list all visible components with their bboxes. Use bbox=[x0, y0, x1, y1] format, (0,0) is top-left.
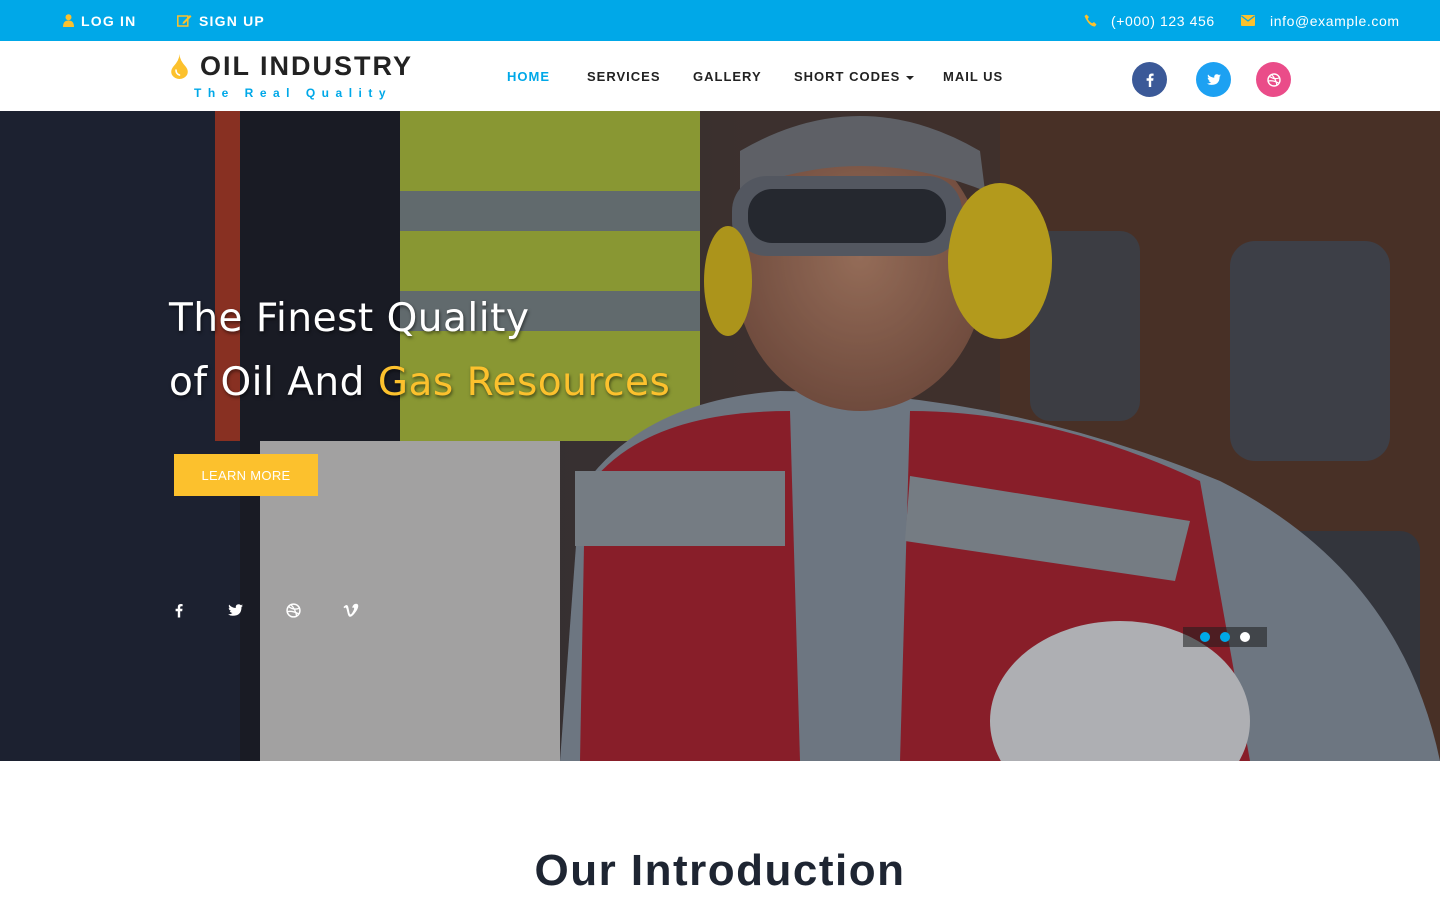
phone-icon bbox=[1084, 14, 1097, 27]
hero-dribbble-link[interactable] bbox=[283, 600, 303, 620]
header-dribbble-button[interactable] bbox=[1256, 62, 1291, 97]
slider-pagination bbox=[1183, 627, 1267, 647]
phone-info: (+000) 123 456 bbox=[1084, 0, 1215, 41]
nav-home[interactable]: HOME bbox=[507, 69, 550, 84]
facebook-icon bbox=[1146, 73, 1154, 87]
learn-more-button[interactable]: LEARN MORE bbox=[174, 454, 318, 496]
nav-short-codes-label: SHORT CODES bbox=[794, 69, 901, 84]
hero-slider: The Finest Quality of Oil And Gas Resour… bbox=[0, 111, 1440, 761]
phone-text: (+000) 123 456 bbox=[1111, 12, 1215, 29]
signup-label: SIGN UP bbox=[199, 12, 265, 29]
hero-vimeo-link[interactable] bbox=[341, 600, 361, 620]
logo-tagline: The Real Quality bbox=[194, 86, 393, 100]
vimeo-icon bbox=[343, 603, 359, 617]
slider-dot-2[interactable] bbox=[1220, 632, 1230, 642]
hero-heading-highlight: Gas Resources bbox=[377, 360, 671, 405]
hero-heading: The Finest Quality of Oil And Gas Resour… bbox=[169, 287, 670, 415]
header-facebook-button[interactable] bbox=[1132, 62, 1167, 97]
top-bar: LOG IN SIGN UP (+000) 123 456 info@examp… bbox=[0, 0, 1440, 41]
hero-heading-line2: of Oil And bbox=[169, 360, 378, 405]
slider-dot-3[interactable] bbox=[1240, 632, 1250, 642]
oil-drop-icon bbox=[170, 54, 189, 84]
dribbble-icon bbox=[1266, 72, 1281, 87]
twitter-icon bbox=[1206, 73, 1221, 86]
signup-link[interactable]: SIGN UP bbox=[177, 0, 265, 41]
edit-icon bbox=[177, 14, 192, 27]
hero-facebook-link[interactable] bbox=[169, 600, 189, 620]
email-text: info@example.com bbox=[1270, 12, 1400, 29]
main-header: OIL INDUSTRY The Real Quality HOME SERVI… bbox=[0, 41, 1440, 111]
login-label: LOG IN bbox=[81, 12, 137, 29]
email-info[interactable]: info@example.com bbox=[1241, 0, 1400, 41]
twitter-icon bbox=[227, 603, 243, 617]
section-title: Our Introduction bbox=[534, 846, 906, 895]
slider-dot-1[interactable] bbox=[1200, 632, 1210, 642]
facebook-icon bbox=[175, 603, 183, 618]
nav-gallery[interactable]: GALLERY bbox=[693, 69, 762, 84]
user-icon bbox=[63, 14, 74, 27]
nav-short-codes[interactable]: SHORT CODES bbox=[794, 69, 915, 84]
nav-services[interactable]: SERVICES bbox=[587, 69, 661, 84]
envelope-icon bbox=[1241, 15, 1255, 26]
hero-twitter-link[interactable] bbox=[225, 600, 245, 620]
nav-mail-us[interactable]: MAIL US bbox=[943, 69, 1003, 84]
dribbble-icon bbox=[285, 602, 301, 618]
login-link[interactable]: LOG IN bbox=[63, 0, 136, 41]
hero-overlay bbox=[0, 111, 1440, 761]
header-twitter-button[interactable] bbox=[1196, 62, 1231, 97]
caret-down-icon bbox=[906, 75, 915, 80]
hero-heading-line1: The Finest Quality bbox=[169, 296, 530, 341]
logo-name: OIL INDUSTRY bbox=[200, 51, 414, 81]
